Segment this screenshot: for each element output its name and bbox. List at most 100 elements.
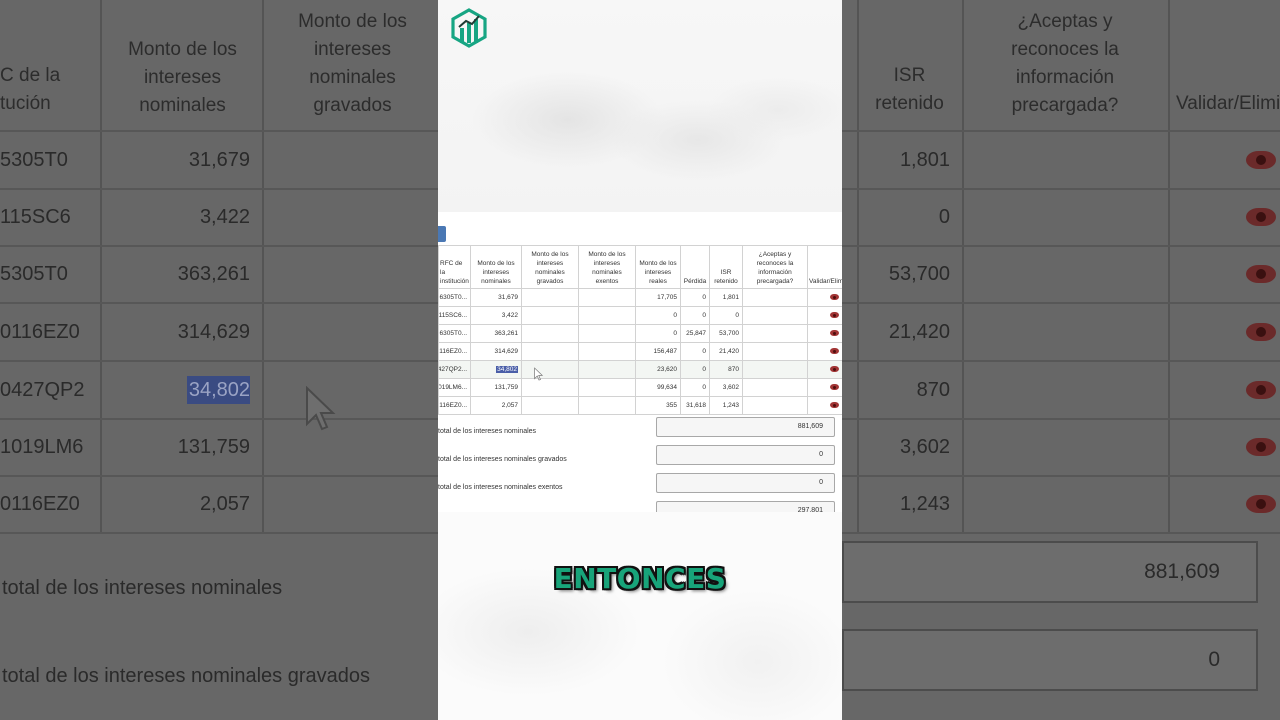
eye-icon[interactable] xyxy=(830,384,839,391)
cell-rfc: ...0427QP2 xyxy=(438,360,471,379)
cell-rfc: ...0116EZ0 xyxy=(438,396,471,415)
cell-perdida: 0 xyxy=(680,360,710,379)
col-header-gravados: Monto de los intereses nominales gravado… xyxy=(521,245,579,289)
bg-total-gravados-label: total de los intereses nominales gravado… xyxy=(2,665,370,687)
bg-rfc: 0427QP2 xyxy=(0,379,85,401)
cell-perdida: 0 xyxy=(680,288,710,307)
cell-rfc: ...115SC6 xyxy=(438,306,471,325)
intereses-table: RFC de la institución Monto de los inter… xyxy=(438,245,842,415)
cell-nominales[interactable]: 131,759 xyxy=(470,378,522,397)
col-header-isr: ISR retenido xyxy=(709,245,743,289)
video-frame: C de la tución Monto de los intereses nom… xyxy=(0,0,1280,720)
cell-gravados[interactable] xyxy=(521,378,579,397)
cell-gravados[interactable] xyxy=(521,324,579,343)
cell-exentos[interactable] xyxy=(578,324,636,343)
cell-reales: 0 xyxy=(635,324,681,343)
bg-isr: 21,420 xyxy=(888,321,950,343)
total-nominales-label: total de los intereses nominales xyxy=(438,428,537,435)
bg-rfc: 0116EZ0 xyxy=(0,493,80,515)
eye-icon[interactable] xyxy=(830,366,839,373)
cell-validar xyxy=(807,396,842,415)
bg-isr: 870 xyxy=(916,379,950,401)
bg-isr: 53,700 xyxy=(888,263,950,285)
cell-aceptas[interactable] xyxy=(742,288,808,307)
cell-reales: 0 xyxy=(635,306,681,325)
bg-isr: 0 xyxy=(938,206,950,228)
bg-eye-icon xyxy=(1246,151,1276,169)
cell-reales: 355 xyxy=(635,396,681,415)
toolbar-button[interactable] xyxy=(438,226,446,242)
bg-isr: 3,602 xyxy=(899,436,950,458)
col-header-perdida: Pérdida xyxy=(680,245,710,289)
cell-gravados[interactable] xyxy=(521,360,579,379)
cell-aceptas[interactable] xyxy=(742,360,808,379)
cell-aceptas[interactable] xyxy=(742,306,808,325)
eye-icon[interactable] xyxy=(830,330,839,337)
table-row: ...0116EZ0 314,629 156,487 0 21,420 xyxy=(438,342,842,361)
cell-nominales[interactable]: 2,057 xyxy=(470,396,522,415)
cell-gravados[interactable] xyxy=(521,306,579,325)
cell-validar xyxy=(807,288,842,307)
cell-aceptas[interactable] xyxy=(742,378,808,397)
cell-exentos[interactable] xyxy=(578,288,636,307)
cell-validar xyxy=(807,360,842,379)
cell-nominales[interactable]: 31,679 xyxy=(470,288,522,307)
bg-rfc: 115SC6 xyxy=(0,206,71,228)
table-row: ...6305T0 31,679 17,705 0 1,801 xyxy=(438,288,842,307)
col-header-reales: Monto de los intereses reales xyxy=(635,245,681,289)
bg-total-nominales-label: total de los intereses nominales xyxy=(2,577,283,599)
cell-gravados[interactable] xyxy=(521,396,579,415)
cell-rfc: ...0116EZ0 xyxy=(438,342,471,361)
cell-nominales[interactable]: 314,629 xyxy=(470,342,522,361)
bg-header-isr: ISR retenido xyxy=(875,65,944,114)
table-row: ...115SC6 3,422 0 0 0 xyxy=(438,306,842,325)
video-caption: ENTONCES xyxy=(553,562,727,595)
cell-aceptas[interactable] xyxy=(742,396,808,415)
bar-chart-logo-icon xyxy=(451,8,487,48)
cell-exentos[interactable] xyxy=(578,396,636,415)
bg-rfc: 0116EZ0 xyxy=(0,321,80,343)
cell-reales: 99,634 xyxy=(635,378,681,397)
bg-nominal: 3,422 xyxy=(199,206,250,228)
col-header-validar: Validar/Eliminar xyxy=(807,245,842,289)
eye-icon[interactable] xyxy=(830,312,839,319)
total-gravados-label: total de los intereses nominales gravado… xyxy=(438,456,567,463)
cell-nominales[interactable]: 363,261 xyxy=(470,324,522,343)
bg-header-aceptas: ¿Aceptas y reconoces la información prec… xyxy=(1011,11,1119,116)
cell-rfc: ...6305T0 xyxy=(438,288,471,307)
cell-isr: 53,700 xyxy=(709,324,743,343)
bg-nominal: 314,629 xyxy=(177,321,250,343)
selected-text: 34,802 xyxy=(496,366,518,373)
eye-icon[interactable] xyxy=(830,348,839,355)
total-nominales-field[interactable]: 881,609 xyxy=(656,417,835,437)
table-header-row: RFC de la institución Monto de los inter… xyxy=(438,245,842,289)
bg-eye-icon xyxy=(1246,208,1276,226)
col-header-rfc: RFC de la institución xyxy=(438,245,471,289)
cell-aceptas[interactable] xyxy=(742,342,808,361)
cell-exentos[interactable] xyxy=(578,378,636,397)
cell-nominales-selected[interactable]: 34,802 xyxy=(470,360,522,379)
bg-nominal: 31,679 xyxy=(188,149,250,171)
cell-exentos[interactable] xyxy=(578,306,636,325)
cell-validar xyxy=(807,306,842,325)
bg-eye-icon xyxy=(1246,438,1276,456)
bg-header-rfc: C de la tución xyxy=(0,65,61,114)
total-exentos-label: total de los intereses nominales exentos xyxy=(438,484,563,491)
bg-header-validar: Validar/Eliminar xyxy=(1176,93,1280,114)
cell-isr: 1,801 xyxy=(709,288,743,307)
total-gravados-field[interactable]: 0 xyxy=(656,445,835,465)
cell-nominales[interactable]: 3,422 xyxy=(470,306,522,325)
bg-eye-icon xyxy=(1246,265,1276,283)
eye-icon[interactable] xyxy=(830,294,839,301)
bg-eye-icon xyxy=(1246,495,1276,513)
cell-aceptas[interactable] xyxy=(742,324,808,343)
cell-perdida: 0 xyxy=(680,378,710,397)
bg-total-gravados-box: 0 xyxy=(842,629,1258,691)
cell-gravados[interactable] xyxy=(521,288,579,307)
eye-icon[interactable] xyxy=(830,402,839,409)
cell-exentos[interactable] xyxy=(578,360,636,379)
cell-exentos[interactable] xyxy=(578,342,636,361)
bg-header-gravados: Monto de los intereses nominales gravado… xyxy=(298,11,407,116)
cell-gravados[interactable] xyxy=(521,342,579,361)
total-exentos-field[interactable]: 0 xyxy=(656,473,835,493)
